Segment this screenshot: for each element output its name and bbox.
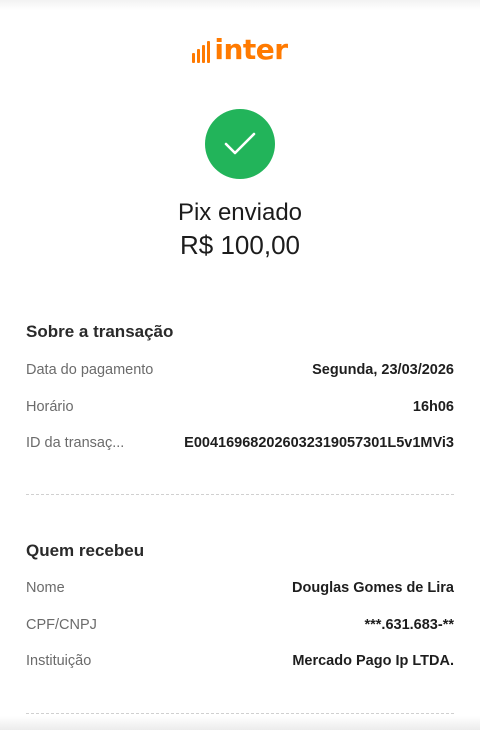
- transaction-section-title: Sobre a transação: [26, 322, 174, 341]
- status-title: Pix enviado: [177, 199, 303, 226]
- payment-date-value: Segunda, 23/03/2026: [312, 362, 454, 378]
- transfer-amount: R$ 100,00: [180, 230, 300, 260]
- recipient-institution-label: Instituição: [26, 653, 92, 669]
- top-shadow: [0, 0, 480, 10]
- recipient-name-value: Douglas Gomes de Lira: [292, 580, 454, 596]
- brand-mark-icon: [192, 37, 211, 63]
- payment-date-row: Data do pagamento Segunda, 23/03/2026: [26, 359, 454, 381]
- transaction-id-label: ID da transaç...: [26, 435, 125, 451]
- bottom-shadow: [0, 716, 480, 730]
- section-divider: [26, 713, 454, 714]
- brand-wordmark: inter: [214, 33, 288, 66]
- recipient-section-title: Quem recebeu: [26, 541, 145, 560]
- brand-logo: inter: [0, 36, 480, 64]
- recipient-institution-row: Instituição Mercado Pago Ip LTDA.: [26, 650, 454, 672]
- transaction-id-row: ID da transaç... E0041696820260323190573…: [26, 432, 454, 454]
- section-divider: [26, 494, 454, 495]
- recipient-document-label: CPF/CNPJ: [26, 617, 97, 633]
- payment-date-label: Data do pagamento: [26, 362, 154, 378]
- time-row: Horário 16h06: [26, 396, 454, 418]
- recipient-document-value: ***.631.683-**: [364, 617, 455, 633]
- success-check-icon: [205, 109, 275, 179]
- recipient-name-row: Nome Douglas Gomes de Lira: [26, 577, 454, 599]
- time-label: Horário: [26, 399, 74, 415]
- recipient-institution-value: Mercado Pago Ip LTDA.: [292, 653, 454, 669]
- recipient-name-label: Nome: [26, 580, 65, 596]
- pix-receipt-screen: inter Pix enviado R$ 100,00 Sobre a tran…: [0, 0, 480, 730]
- transaction-id-value: E004169682026032319057301L5v1MVi3: [184, 435, 454, 451]
- time-value: 16h06: [412, 399, 454, 415]
- recipient-document-row: CPF/CNPJ ***.631.683-**: [26, 614, 454, 636]
